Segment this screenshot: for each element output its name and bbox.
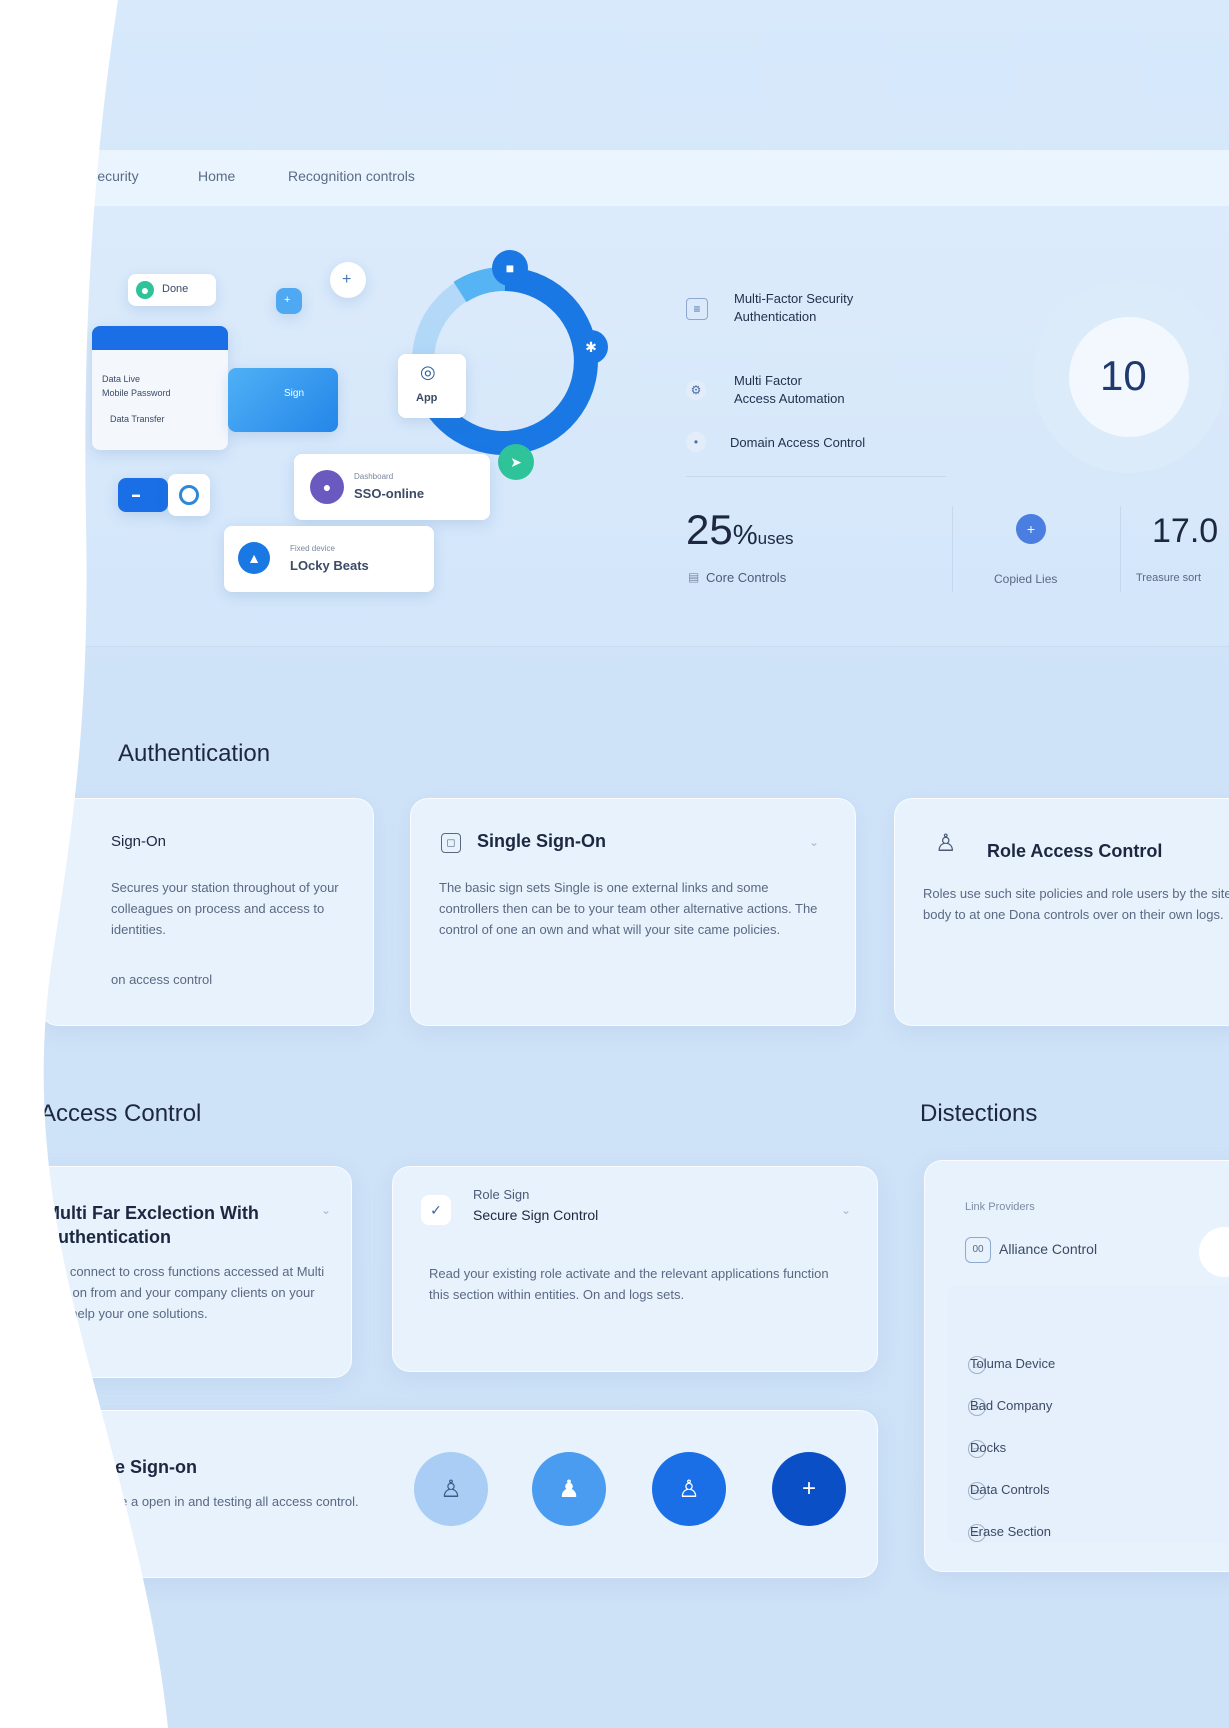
plus-icon: +: [342, 271, 352, 288]
divider: [686, 476, 946, 477]
chevron-down-icon[interactable]: ⌄: [841, 1203, 851, 1217]
detections-badge: 00: [965, 1237, 991, 1263]
grid-icon: ▤: [688, 570, 700, 584]
gauge-value: 10: [1100, 352, 1147, 399]
add-stat-icon[interactable]: +: [1016, 514, 1046, 544]
sso-card-label: Dashboard: [354, 472, 394, 481]
detections-header-label: Link Providers: [965, 1201, 1035, 1213]
nav-recognition[interactable]: Recognition controls: [288, 168, 415, 184]
account-button[interactable]: ♙: [652, 1452, 726, 1526]
auth-card-role[interactable]: ♙ Role Access Control Roles use such sit…: [894, 798, 1229, 1026]
login-card-label: Fixed device: [290, 544, 335, 553]
user-outline-icon: ♙: [935, 830, 957, 857]
chevron-down-icon[interactable]: ⌄: [809, 835, 819, 849]
avatar[interactable]: [1199, 1227, 1229, 1277]
user-outline-button[interactable]: ♙: [414, 1452, 488, 1526]
plus-mini: +: [276, 288, 302, 314]
auth-card-sso[interactable]: ◻ Single Sign-On ⌄ The basic sign sets S…: [410, 798, 856, 1026]
login-card-value: LOcky Beats: [290, 558, 369, 573]
detections-section-title: Distections: [920, 1100, 1038, 1127]
plus-icon: +: [284, 294, 291, 306]
user-avatar-icon: ●: [310, 470, 344, 504]
check-box-icon: ✓: [421, 1195, 451, 1225]
access-card-sign[interactable]: ✓ Role Sign Secure Sign Control ⌄ Read y…: [392, 1166, 878, 1372]
add-bubble: +: [330, 262, 366, 298]
detections-header-value: Alliance Control: [999, 1241, 1098, 1257]
feature-domain: Domain Access Control: [730, 435, 866, 450]
feature-access: Multi Factor Access Automation: [734, 373, 845, 406]
add-button[interactable]: +: [772, 1452, 846, 1526]
stat-percent-label: Core Controls: [706, 570, 787, 585]
notifications-button[interactable]: ♟: [532, 1452, 606, 1526]
detections-list: [947, 1285, 1229, 1543]
stat-percent: 25%uses: [686, 506, 794, 553]
app-card: ◎ App: [398, 354, 466, 418]
doc-icon: ≡: [686, 298, 708, 320]
dot-icon: •: [686, 432, 706, 452]
arrow-icon: ➤: [498, 444, 534, 480]
list-item[interactable]: Bad Company: [970, 1398, 1052, 1413]
lock-icon: ■: [492, 250, 528, 286]
stat-mid-label: Copied Lies: [994, 572, 1058, 586]
sso-card: ● Dashboard SSO-online: [294, 454, 490, 520]
stat-right-label: Treasure sort: [1136, 572, 1202, 584]
blue-tile-label: Sign: [284, 388, 305, 399]
list-item[interactable]: Docks: [970, 1440, 1006, 1455]
feature-mfa: Multi-Factor Security Authentication: [734, 291, 854, 324]
gear-icon: ⚙: [686, 380, 706, 400]
app-card-label: App: [416, 392, 438, 404]
chevron-down-icon[interactable]: ⌄: [321, 1203, 331, 1217]
wave-edge: [0, 0, 168, 1728]
stat-right-value: 17.0: [1152, 512, 1219, 550]
compass-icon: ◎: [420, 362, 436, 382]
page: Security Home Recognition controls ● Don…: [0, 0, 1229, 1728]
list-item[interactable]: Data Controls: [970, 1482, 1049, 1497]
key-icon: ✱: [574, 330, 608, 364]
stat-divider-2: [1120, 506, 1121, 592]
sso-card-value: SSO-online: [354, 486, 425, 501]
sso-icon: ◻: [441, 833, 461, 853]
list-item[interactable]: Erase Section: [970, 1524, 1051, 1539]
stat-divider: [952, 506, 953, 592]
list-item[interactable]: Toluma Device: [970, 1356, 1055, 1371]
